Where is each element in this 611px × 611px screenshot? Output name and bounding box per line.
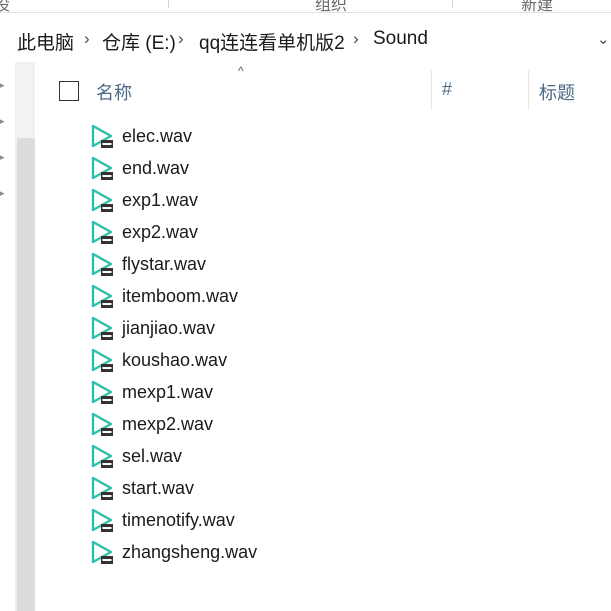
file-row[interactable]: sel.wav xyxy=(36,440,611,472)
file-row[interactable]: exp2.wav xyxy=(36,216,611,248)
ribbon-strip: 设 组织 新建 xyxy=(0,0,611,14)
audio-play-file-icon xyxy=(91,412,115,438)
column-divider[interactable] xyxy=(431,70,432,110)
file-row[interactable]: timenotify.wav xyxy=(36,504,611,536)
file-row[interactable]: mexp1.wav xyxy=(36,376,611,408)
chevron-down-icon[interactable]: ⌄ xyxy=(597,30,610,48)
column-number[interactable]: # xyxy=(442,79,452,100)
file-name[interactable]: itemboom.wav xyxy=(122,286,238,307)
breadcrumb-current[interactable]: Sound xyxy=(373,28,428,50)
expand-arrow-icon[interactable]: ▸ xyxy=(0,80,10,90)
column-title[interactable]: 标题 xyxy=(539,79,575,105)
file-row[interactable]: start.wav xyxy=(36,472,611,504)
file-name[interactable]: start.wav xyxy=(122,478,194,499)
file-name[interactable]: elec.wav xyxy=(122,126,192,147)
ribbon-divider xyxy=(168,0,169,8)
file-name[interactable]: end.wav xyxy=(122,158,189,179)
audio-play-file-icon xyxy=(91,380,115,406)
audio-play-file-icon xyxy=(91,156,115,182)
audio-play-file-icon xyxy=(91,540,115,566)
file-name[interactable]: koushao.wav xyxy=(122,350,227,371)
address-bar[interactable]: 此电脑 › 仓库 (E:) › qq连连看单机版2 › Sound ⌄ xyxy=(0,19,611,61)
chevron-right-icon[interactable]: › xyxy=(84,29,90,49)
file-name[interactable]: exp2.wav xyxy=(122,222,198,243)
file-name[interactable]: mexp1.wav xyxy=(122,382,213,403)
ribbon-border xyxy=(0,12,611,13)
audio-play-file-icon xyxy=(91,508,115,534)
file-row[interactable]: mexp2.wav xyxy=(36,408,611,440)
file-row[interactable]: jianjiao.wav xyxy=(36,312,611,344)
ribbon-divider xyxy=(452,0,453,8)
audio-play-file-icon xyxy=(91,444,115,470)
audio-play-file-icon xyxy=(91,348,115,374)
audio-play-file-icon xyxy=(91,316,115,342)
audio-play-file-icon xyxy=(91,252,115,278)
audio-play-file-icon xyxy=(91,124,115,150)
file-row[interactable]: end.wav xyxy=(36,152,611,184)
breadcrumb-drive[interactable]: 仓库 (E:) xyxy=(102,28,176,55)
file-row[interactable]: zhangsheng.wav xyxy=(36,536,611,568)
select-all-checkbox[interactable] xyxy=(59,81,79,101)
file-name[interactable]: exp1.wav xyxy=(122,190,198,211)
column-header: ^ 名称 # 标题 xyxy=(36,62,611,118)
file-name[interactable]: sel.wav xyxy=(122,446,182,467)
expand-arrow-icon[interactable]: ▸ xyxy=(0,188,10,198)
sort-ascending-icon: ^ xyxy=(238,64,244,78)
file-row[interactable]: koushao.wav xyxy=(36,344,611,376)
expand-arrow-icon[interactable]: ▸ xyxy=(0,152,10,162)
file-name[interactable]: jianjiao.wav xyxy=(122,318,215,339)
expand-arrow-icon[interactable]: ▸ xyxy=(0,116,10,126)
file-name[interactable]: zhangsheng.wav xyxy=(122,542,257,563)
audio-play-file-icon xyxy=(91,284,115,310)
column-divider[interactable] xyxy=(528,70,529,110)
file-row[interactable]: itemboom.wav xyxy=(36,280,611,312)
file-row[interactable]: flystar.wav xyxy=(36,248,611,280)
file-row[interactable]: exp1.wav xyxy=(36,184,611,216)
file-name[interactable]: mexp2.wav xyxy=(122,414,213,435)
navigation-pane[interactable]: ▸ ▸ ▸ ▸ xyxy=(0,62,35,611)
chevron-right-icon[interactable]: › xyxy=(353,29,359,49)
audio-play-file-icon xyxy=(91,188,115,214)
audio-play-file-icon xyxy=(91,220,115,246)
nav-scrollbar-thumb[interactable] xyxy=(17,138,35,611)
breadcrumb-folder[interactable]: qq连连看单机版2 xyxy=(199,28,345,55)
file-row[interactable]: elec.wav xyxy=(36,120,611,152)
breadcrumb-this-pc[interactable]: 此电脑 xyxy=(17,28,74,55)
audio-play-file-icon xyxy=(91,476,115,502)
file-name[interactable]: flystar.wav xyxy=(122,254,206,275)
column-name[interactable]: 名称 xyxy=(96,79,132,105)
file-name[interactable]: timenotify.wav xyxy=(122,510,235,531)
chevron-right-icon[interactable]: › xyxy=(178,29,184,49)
